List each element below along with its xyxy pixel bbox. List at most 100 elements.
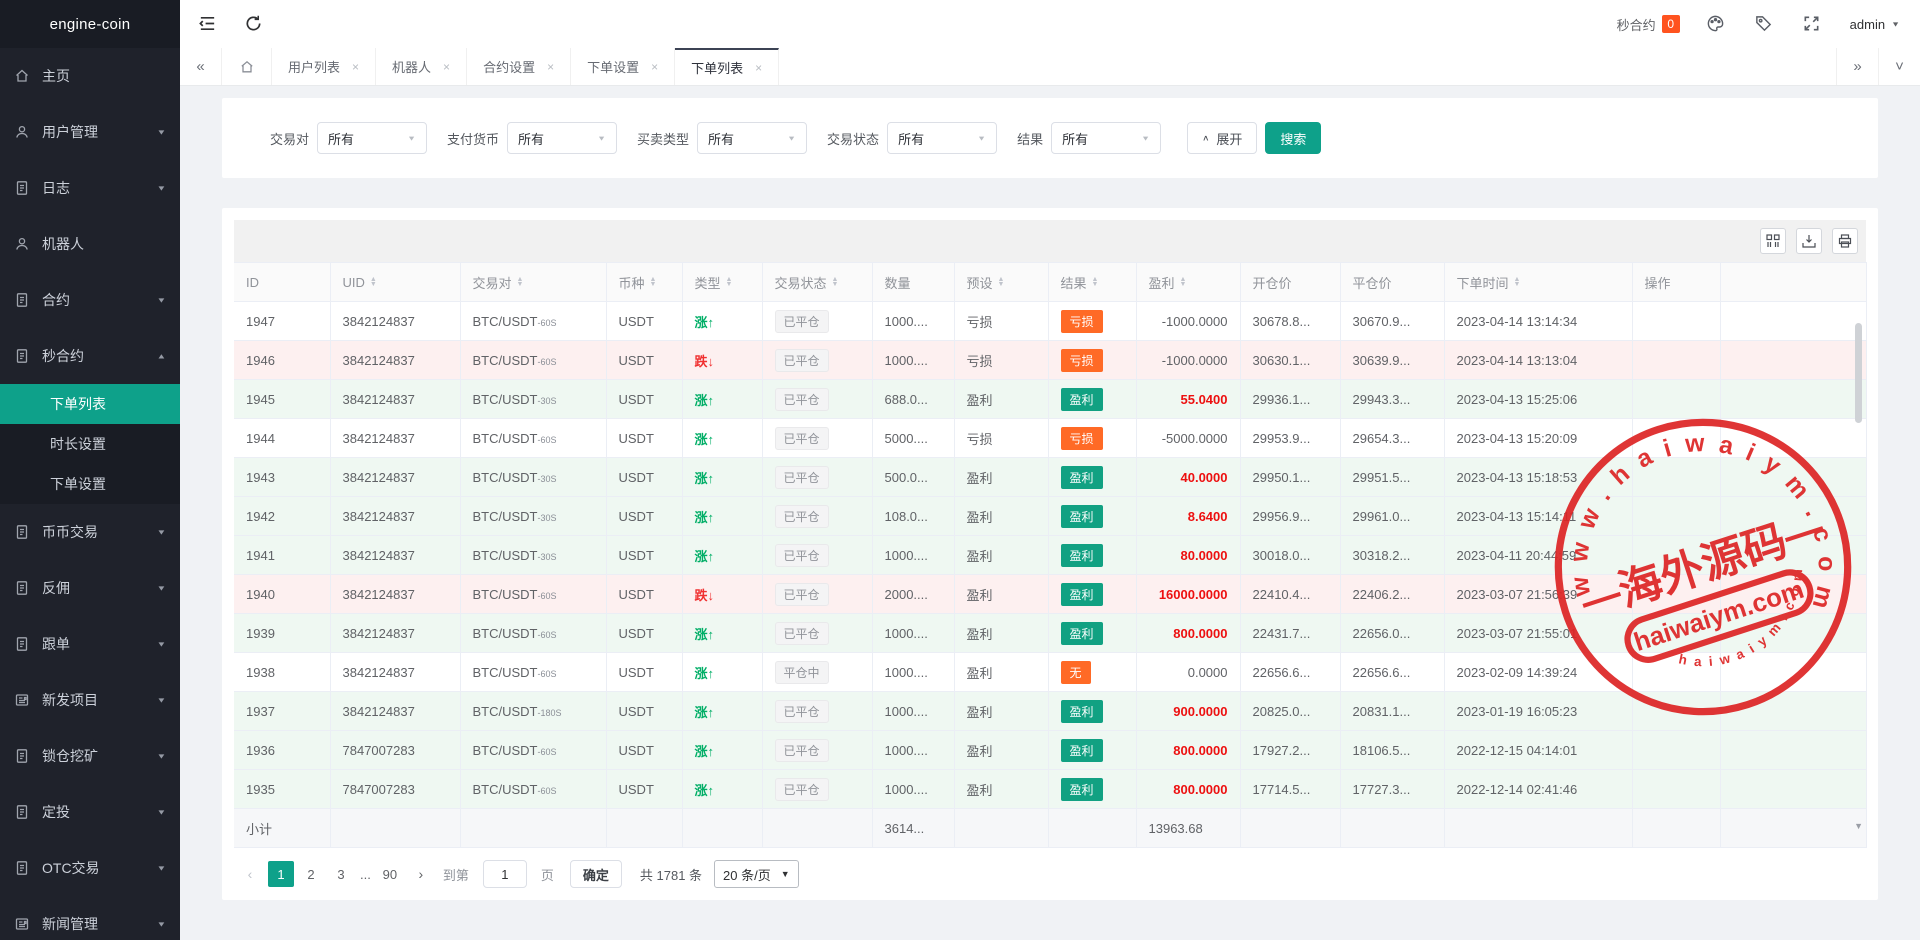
tabs-scroll-right[interactable]: » [1836, 48, 1878, 85]
table-scroll-down-arrow[interactable]: ▼ [1854, 821, 1863, 831]
expand-filters-button[interactable]: ∧ 展开 [1187, 122, 1257, 154]
cell-coin: USDT [606, 575, 682, 614]
page-button-2[interactable]: 2 [298, 861, 324, 887]
pair-period: -60S [538, 630, 557, 640]
tab-2[interactable]: 合约设置× [467, 48, 571, 85]
doc-icon [14, 180, 30, 196]
sort-icon[interactable]: ▲▼ [998, 277, 1005, 287]
cell-filler [1720, 458, 1866, 497]
sidebar-item-robots[interactable]: 机器人 [0, 216, 180, 272]
sort-icon[interactable]: ▲▼ [726, 277, 733, 287]
filter-select-result[interactable]: 所有▼ [1051, 122, 1161, 154]
print-button[interactable] [1832, 228, 1858, 254]
sidebar-item-lock-mining[interactable]: 锁仓挖矿▼ [0, 728, 180, 784]
result-badge: 盈利 [1061, 388, 1103, 411]
tab-4[interactable]: 下单列表× [675, 48, 779, 85]
next-page-button[interactable]: › [409, 866, 433, 882]
cell-close-price: 17727.3... [1340, 770, 1444, 809]
user-menu[interactable]: admin ▼ [1850, 17, 1900, 32]
sidebar-subitem-order-settings[interactable]: 下单设置 [0, 464, 180, 504]
cell-type: 跌↓ [682, 575, 762, 614]
filter-select-trade-status[interactable]: 所有▼ [887, 122, 997, 154]
column-header[interactable]: 预设▲▼ [954, 263, 1048, 302]
close-icon[interactable]: × [352, 60, 359, 74]
sort-icon[interactable]: ▲▼ [832, 277, 839, 287]
column-header[interactable]: 类型▲▼ [682, 263, 762, 302]
cell-filler [1720, 692, 1866, 731]
cell-qty: 5000.... [872, 419, 954, 458]
tab-1[interactable]: 机器人× [376, 48, 467, 85]
page-button-90[interactable]: 90 [377, 861, 403, 887]
column-label: 币种 [619, 273, 645, 292]
sort-icon[interactable]: ▲▼ [1180, 277, 1187, 287]
column-header[interactable]: 币种 ▲▼ [606, 263, 682, 302]
tabs-scroll-left[interactable]: « [180, 48, 222, 85]
sidebar-item-otc-trading[interactable]: OTC交易▼ [0, 840, 180, 896]
sort-icon[interactable]: ▲▼ [650, 277, 657, 287]
filter-select-trade-type[interactable]: 所有▼ [697, 122, 807, 154]
cell-preset: 盈利 [954, 770, 1048, 809]
per-page-select[interactable]: 20 条/页 ▼ [714, 860, 799, 888]
sidebar-item-fixed-invest[interactable]: 定投▼ [0, 784, 180, 840]
home-tab[interactable] [222, 48, 272, 85]
sidebar-item-home[interactable]: 主页 [0, 48, 180, 104]
second-contract-counter[interactable]: 秒合约 0 [1617, 15, 1680, 34]
table-row: 19373842124837BTC/USDT-180SUSDT涨↑已平仓1000… [234, 692, 1866, 731]
column-header[interactable]: 下单时间▲▼ [1444, 263, 1632, 302]
tab-0[interactable]: 用户列表× [272, 48, 376, 85]
sort-icon[interactable]: ▲▼ [370, 277, 377, 287]
page-button-1[interactable]: 1 [268, 861, 294, 887]
column-header[interactable]: 结果▲▼ [1048, 263, 1136, 302]
column-label: 开仓价 [1253, 273, 1292, 292]
sort-icon[interactable]: ▲▼ [1514, 277, 1521, 287]
cell-pair: BTC/USDT-30S [460, 536, 606, 575]
column-header: 开仓价 [1240, 263, 1340, 302]
sidebar-item-new-projects[interactable]: 新发项目▼ [0, 672, 180, 728]
sort-icon[interactable]: ▲▼ [1092, 277, 1099, 287]
sidebar-subitem-duration-settings[interactable]: 时长设置 [0, 424, 180, 464]
sidebar-item-user-management[interactable]: 用户管理▼ [0, 104, 180, 160]
export-button[interactable] [1796, 228, 1822, 254]
sidebar-item-second-contracts[interactable]: 秒合约▲ [0, 328, 180, 384]
sidebar-item-news-management[interactable]: 新闻管理▼ [0, 896, 180, 940]
cell-order-time: 2023-04-11 20:44:59 [1444, 536, 1632, 575]
close-icon[interactable]: × [443, 60, 450, 74]
column-header: 操作 [1632, 263, 1720, 302]
sidebar-item-coin-trading[interactable]: 币币交易▼ [0, 504, 180, 560]
filter-select-pay-currency[interactable]: 所有▼ [507, 122, 617, 154]
tabs-menu-toggle[interactable]: ˅ [1878, 48, 1920, 85]
chevron-down-icon: ▼ [157, 528, 167, 536]
profit-value: 800.0000 [1173, 626, 1227, 641]
refresh-icon[interactable] [244, 14, 264, 34]
column-settings-button[interactable] [1760, 228, 1786, 254]
cell-order-time: 2023-04-13 15:18:53 [1444, 458, 1632, 497]
sidebar-item-rebate[interactable]: 反佣▼ [0, 560, 180, 616]
sidebar-item-contracts[interactable]: 合约▼ [0, 272, 180, 328]
page-jump-input[interactable] [483, 860, 527, 888]
column-header[interactable]: UID▲▼ [330, 263, 460, 302]
confirm-jump-button[interactable]: 确定 [570, 860, 622, 888]
page-button-3[interactable]: 3 [328, 861, 354, 887]
tag-icon[interactable] [1754, 14, 1774, 34]
prev-page-button[interactable]: ‹ [238, 866, 262, 882]
tab-3[interactable]: 下单设置× [571, 48, 675, 85]
sidebar-subitem-order-list[interactable]: 下单列表 [0, 384, 180, 424]
filter-select-pair[interactable]: 所有▼ [317, 122, 427, 154]
table-scrollbar-thumb[interactable] [1855, 323, 1862, 423]
pair-main: BTC/USDT [473, 509, 538, 524]
column-header[interactable]: 交易对▲▼ [460, 263, 606, 302]
pair-period: -60S [538, 669, 557, 679]
close-icon[interactable]: × [651, 60, 658, 74]
fullscreen-icon[interactable] [1802, 14, 1822, 34]
theme-palette-icon[interactable] [1706, 14, 1726, 34]
close-icon[interactable]: × [547, 60, 554, 74]
column-header[interactable]: 盈利▲▼ [1136, 263, 1240, 302]
collapse-menu-icon[interactable] [198, 14, 218, 34]
close-icon[interactable]: × [755, 61, 762, 75]
sidebar-menu: 主页用户管理▼日志▼机器人合约▼秒合约▲下单列表时长设置下单设置币币交易▼反佣▼… [0, 48, 180, 940]
search-button[interactable]: 搜索 [1265, 122, 1321, 154]
column-header[interactable]: 交易状态▲▼ [762, 263, 872, 302]
sidebar-item-logs[interactable]: 日志▼ [0, 160, 180, 216]
sort-icon[interactable]: ▲▼ [517, 277, 524, 287]
sidebar-item-copy-trading[interactable]: 跟单▼ [0, 616, 180, 672]
